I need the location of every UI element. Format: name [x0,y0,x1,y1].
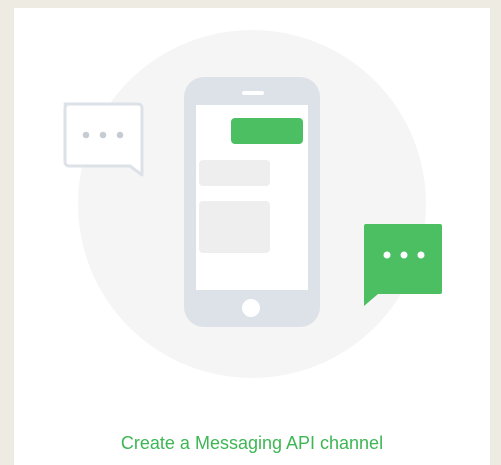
create-messaging-api-channel-link[interactable]: Create a Messaging API channel [14,432,490,454]
sent-message-bubble [231,118,303,144]
chat-bubble-filled-icon [364,224,442,306]
chat-bubble-outline-icon [63,102,144,177]
received-message-bubble [199,201,270,253]
received-message-bubble [199,160,270,186]
create-channel-card[interactable]: Create a Messaging API channel [14,8,490,465]
smartphone-icon [184,77,320,327]
messaging-illustration [63,30,442,378]
